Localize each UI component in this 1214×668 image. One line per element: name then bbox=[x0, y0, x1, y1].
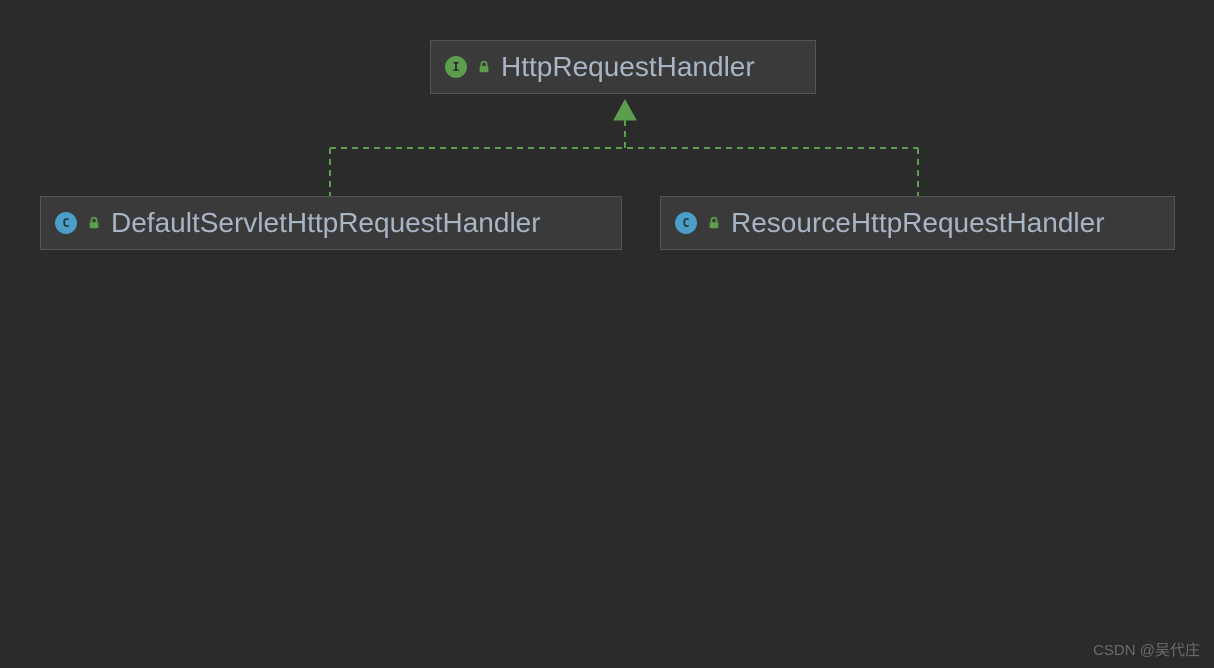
uml-node-child[interactable]: C ResourceHttpRequestHandler bbox=[660, 196, 1175, 250]
class-name-label: ResourceHttpRequestHandler bbox=[731, 207, 1105, 239]
lock-icon bbox=[87, 216, 101, 230]
class-icon: C bbox=[55, 212, 77, 234]
class-icon: C bbox=[675, 212, 697, 234]
watermark-text: CSDN @吴代庄 bbox=[1093, 639, 1200, 660]
interface-icon: I bbox=[445, 56, 467, 78]
uml-connectors bbox=[0, 0, 1214, 668]
class-name-label: HttpRequestHandler bbox=[501, 51, 755, 83]
lock-icon bbox=[477, 60, 491, 74]
uml-node-parent[interactable]: I HttpRequestHandler bbox=[430, 40, 816, 94]
arrow-head-icon bbox=[614, 100, 636, 120]
uml-node-child[interactable]: C DefaultServletHttpRequestHandler bbox=[40, 196, 622, 250]
class-name-label: DefaultServletHttpRequestHandler bbox=[111, 207, 541, 239]
lock-icon bbox=[707, 216, 721, 230]
